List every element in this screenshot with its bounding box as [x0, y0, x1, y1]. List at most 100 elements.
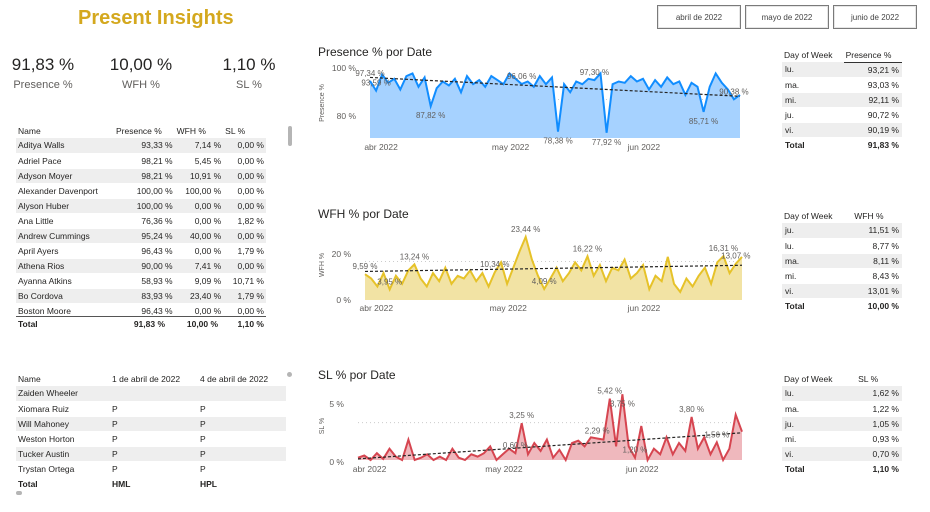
dow-presence-table[interactable]: Day of Week Presence % lu. 93,21 % ma. 93,0…	[782, 48, 904, 152]
table-row[interactable]: ma. 8,11 %	[782, 253, 902, 269]
cell-value: 100,00 %	[114, 198, 175, 214]
cell-day: ma.	[782, 77, 844, 93]
wfh-trendline	[364, 264, 743, 273]
table-row[interactable]: Ana Little 76,36 % 0,00 % 1,82 %	[16, 213, 266, 229]
table-row[interactable]: ju. 1,05 %	[782, 416, 902, 432]
dow-w-col-day[interactable]: Day of Week	[782, 209, 852, 223]
cell-name: Ayanna Atkins	[16, 273, 114, 289]
cell-name: Zaiden Wheeler	[16, 386, 110, 402]
presence-data-label: 93,59 %	[361, 79, 390, 88]
slicer-june[interactable]: junio de 2022	[833, 5, 917, 29]
table-row[interactable]: Ayanna Atkins 58,93 % 9,09 % 10,71 %	[16, 273, 266, 289]
cell-name: Tucker Austin	[16, 446, 110, 462]
table-row[interactable]: Zaiden Wheeler	[16, 386, 286, 402]
dow-w-col-val[interactable]: WFH %	[852, 209, 902, 223]
presence-data-label: 78,38 %	[543, 137, 572, 146]
table-row[interactable]: lu. 8,77 %	[782, 238, 902, 254]
att-total-2: HPL	[198, 475, 286, 491]
dow-s-total-label: Total	[782, 460, 857, 476]
table-row[interactable]: Adyson Moyer 98,21 % 10,91 % 0,00 %	[16, 168, 266, 184]
table-row[interactable]: Weston Horton P P	[16, 431, 286, 447]
cell-value: 0,00 %	[223, 228, 266, 244]
presence-chart[interactable]: Presence % 100 % 80 % abr 2022 may 2022 jun 2…	[310, 58, 760, 158]
wfh-chart[interactable]: WFH % 20 % 0 % abr 2022 may 2022 jun 2022 9,59…	[310, 222, 760, 317]
wfh-chart-title: WFH % por Date	[318, 207, 409, 221]
cell-value: 98,21 %	[114, 168, 175, 184]
table-row[interactable]: Andrew Cummings 95,24 % 40,00 % 0,00 %	[16, 228, 266, 244]
cell-value: 93,03 %	[843, 77, 902, 93]
sl-chart[interactable]: SL % 5 % 0 % abr 2022 may 2022 jun 2022 0,60 %…	[310, 384, 760, 479]
employee-table[interactable]: Name Presence % WFH % SL % Aditya Walls 9…	[16, 124, 268, 334]
col-att-name[interactable]: Name	[16, 372, 110, 386]
sl-ytick: 0 %	[329, 457, 344, 467]
table-row[interactable]: mi. 8,43 %	[782, 268, 902, 284]
col-wfh[interactable]: WFH %	[175, 124, 224, 138]
cell-status: P	[198, 416, 286, 432]
col-sl[interactable]: SL %	[223, 124, 266, 138]
table-row[interactable]: Will Mahoney P P	[16, 416, 286, 432]
cell-value: 93,21 %	[843, 62, 902, 78]
table-row[interactable]: April Ayers 96,43 % 0,00 % 1,79 %	[16, 243, 266, 259]
table-row[interactable]: ma. 93,03 %	[782, 77, 902, 93]
cell-value: 90,19 %	[843, 122, 902, 138]
slicer-may[interactable]: mayo de 2022	[745, 5, 829, 29]
kpi-sl-value: 1,10 %	[222, 55, 276, 74]
dow-p-col-val[interactable]: Presence %	[843, 48, 902, 63]
col-att-date-1[interactable]: 1 de abril de 2022	[110, 372, 198, 386]
table-row[interactable]: Trystan Ortega P P	[16, 461, 286, 477]
table-row[interactable]: vi. 0,70 %	[782, 446, 902, 462]
dow-s-col-day[interactable]: Day of Week	[782, 372, 856, 386]
dow-wfh-table[interactable]: Day of Week WFH % ju. 11,51 % lu. 8,77 % ma.…	[782, 209, 904, 313]
attendance-scroll-dot[interactable]	[287, 372, 292, 377]
table-row[interactable]: ju. 11,51 %	[782, 223, 902, 239]
cell-name: Xiomara Ruiz	[16, 401, 110, 417]
cell-value: 9,09 %	[174, 273, 224, 289]
cell-day: mi.	[782, 92, 844, 108]
cell-day: mi.	[782, 431, 857, 447]
wfh-data-label: 9,59 %	[353, 262, 378, 271]
cell-value: 95,24 %	[114, 228, 175, 244]
table-row[interactable]: Adriel Pace 98,21 % 5,45 % 0,00 %	[16, 153, 266, 169]
col-presence[interactable]: Presence %	[114, 124, 175, 138]
table-row[interactable]: Alyson Huber 100,00 % 0,00 % 0,00 %	[16, 198, 266, 214]
col-att-date-2[interactable]: 4 de abril de 2022	[198, 372, 286, 386]
wfh-data-label: 13,07 %	[721, 252, 750, 261]
table-row[interactable]: ma. 1,22 %	[782, 401, 902, 417]
dow-p-col-day[interactable]: Day of Week	[782, 48, 844, 62]
dow-s-col-val[interactable]: SL %	[856, 372, 902, 386]
table-row[interactable]: vi. 90,19 %	[782, 122, 902, 138]
table-row[interactable]: mi. 0,93 %	[782, 431, 902, 447]
wfh-xtick: may 2022	[490, 303, 528, 313]
attendance-table[interactable]: Name 1 de abril de 2022 4 de abril de 20…	[16, 372, 288, 491]
kpi-wfh-value: 10,00 %	[109, 55, 173, 74]
kpi-presence-label: Presence %	[13, 79, 73, 91]
table-row[interactable]: Tucker Austin P P	[16, 446, 286, 462]
cell-value: 8,11 %	[852, 253, 902, 269]
table-row[interactable]: Xiomara Ruiz P P	[16, 401, 286, 417]
table-row[interactable]: Bo Cordova 83,93 % 23,40 % 1,79 %	[16, 288, 266, 304]
table-row[interactable]: mi. 92,11 %	[782, 92, 902, 108]
cell-day: ju.	[782, 223, 853, 239]
col-name[interactable]: Name	[16, 124, 114, 138]
cell-name: Adyson Moyer	[16, 168, 114, 184]
table-row[interactable]: lu. 93,21 %	[782, 62, 902, 78]
table-row[interactable]: Alexander Davenport 100,00 % 100,00 % 0,00 …	[16, 183, 266, 199]
employee-table-scrollbar[interactable]	[288, 126, 292, 146]
dow-p-total-value: 91,83 %	[843, 136, 902, 152]
presence-data-label: 87,82 %	[416, 111, 445, 120]
table-row[interactable]: lu. 1,62 %	[782, 386, 902, 402]
table-row[interactable]: ju. 90,72 %	[782, 107, 902, 123]
dow-p-total-label: Total	[782, 136, 844, 152]
cell-name: Athena Rios	[16, 258, 114, 274]
sl-ytick: 5 %	[329, 399, 344, 409]
cell-value: 0,00 %	[174, 243, 224, 259]
total-label: Total	[16, 316, 114, 332]
attendance-hscroll[interactable]	[16, 491, 22, 495]
cell-status: P	[110, 431, 198, 447]
table-row[interactable]: Aditya Walls 93,33 % 7,14 % 0,00 %	[16, 138, 266, 154]
cell-status: P	[198, 461, 286, 477]
dow-sl-table[interactable]: Day of Week SL % lu. 1,62 % ma. 1,22 % ju. 1,…	[782, 372, 904, 476]
table-row[interactable]: vi. 13,01 %	[782, 283, 902, 299]
table-row[interactable]: Athena Rios 90,00 % 7,41 % 0,00 %	[16, 258, 266, 274]
slicer-april[interactable]: abril de 2022	[657, 5, 741, 29]
